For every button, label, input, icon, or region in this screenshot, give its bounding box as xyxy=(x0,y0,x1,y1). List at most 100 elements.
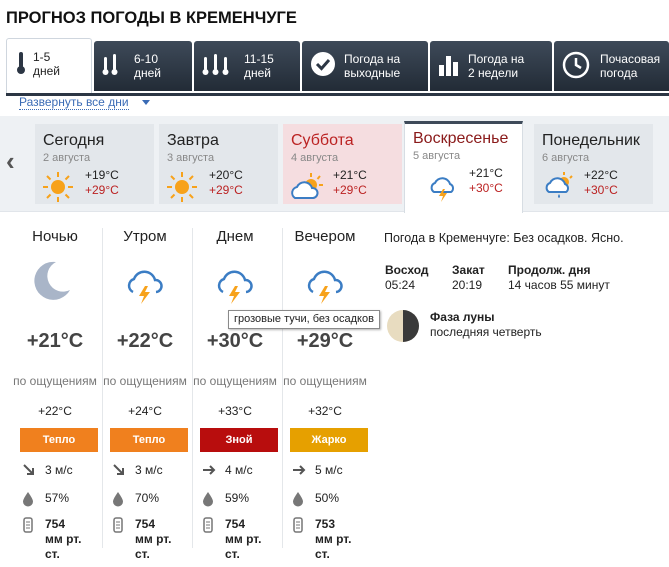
weather-tooltip: грозовые тучи, без осадков xyxy=(228,310,380,329)
period-evening: Вечером +29°C по ощущениям +32°C Жарко 5… xyxy=(280,228,370,561)
day-min-temp: +21°C xyxy=(333,168,367,182)
period-name: Днем xyxy=(216,228,254,245)
sunset-label: Закат xyxy=(452,263,485,277)
day-min-temp: +20°C xyxy=(209,168,243,182)
wind-arrow-icon xyxy=(112,463,126,480)
sun-icon xyxy=(41,170,75,209)
tab-hourly[interactable]: Почасовая погода xyxy=(554,41,669,91)
heat-badge: Жарко xyxy=(290,428,368,452)
day-name: Суббота xyxy=(291,132,354,149)
day-max-temp: +29°C xyxy=(209,183,243,197)
heat-badge: Тепло xyxy=(20,428,98,452)
day-card-sunday[interactable]: Воскресенье 5 августа +21°C +30°C xyxy=(404,121,523,213)
droplet-icon xyxy=(112,491,124,510)
wind-arrow-icon xyxy=(22,463,36,480)
pressure-value: 754 мм рт. ст. xyxy=(225,517,262,561)
weather-page: ПРОГНОЗ ПОГОДЫ В КРЕМЕНЧУГЕ 1-5 дней 6-10… xyxy=(0,0,669,567)
divider xyxy=(192,228,193,548)
divider xyxy=(282,228,283,548)
feels-like-value: +33°C xyxy=(218,404,252,418)
period-name: Утром xyxy=(123,228,167,245)
heat-badge: Тепло xyxy=(110,428,188,452)
divider xyxy=(102,228,103,548)
feels-like-value: +32°C xyxy=(308,404,342,418)
heat-badge: Зной xyxy=(200,428,278,452)
wind-row: 3 м/с xyxy=(110,462,200,480)
humidity-row: 50% xyxy=(290,490,380,508)
tab-weekend[interactable]: Погода на выходные xyxy=(302,41,428,91)
period-temp: +22°C xyxy=(116,330,174,352)
feels-like-label: по ощущениям xyxy=(13,374,97,388)
tab-label: 1-5 дней xyxy=(33,50,61,78)
wind-arrow-icon xyxy=(202,463,216,480)
tab-label: 6-10 дней xyxy=(134,52,162,80)
wind-row: 5 м/с xyxy=(290,462,380,480)
barometer-icon xyxy=(22,517,34,536)
tab-2-weeks[interactable]: Погода на 2 недели xyxy=(430,41,552,91)
day-card-monday[interactable]: Понедельник 6 августа +22°C +30°C xyxy=(534,124,653,204)
day-min-temp: +19°C xyxy=(85,168,119,182)
weather-summary: Погода в Кременчуге: Без осадков. Ясно. xyxy=(384,231,624,245)
humidity-value: 50% xyxy=(315,491,340,505)
feels-like-value: +22°C xyxy=(38,404,72,418)
period-night: Ночью +21°C по ощущениям +22°C Тепло 3 м… xyxy=(10,228,100,561)
sunrise-value: 05:24 xyxy=(385,278,416,292)
period-temp: +30°C xyxy=(206,330,264,352)
tab-1-5-days[interactable]: 1-5 дней xyxy=(6,38,92,94)
forecast-tabs: 1-5 дней 6-10 дней 11-15 дней Погода на выхо… xyxy=(6,38,669,94)
wind-value: 5 м/с xyxy=(315,463,343,477)
expand-all-link[interactable]: Развернуть все дни xyxy=(19,95,129,110)
rain-cloud-icon xyxy=(544,170,576,207)
tab-11-15-days[interactable]: 11-15 дней xyxy=(194,41,300,91)
wind-arrow-icon xyxy=(292,463,306,480)
humidity-row: 59% xyxy=(200,490,290,508)
tab-label: Погода на 2 недели xyxy=(468,52,525,80)
humidity-value: 57% xyxy=(45,491,70,505)
tab-label: 11-15 дней xyxy=(244,52,274,80)
page-title: ПРОГНОЗ ПОГОДЫ В КРЕМЕНЧУГЕ xyxy=(6,9,297,27)
thunderstorm-icon xyxy=(429,174,457,209)
tab-6-10-days[interactable]: 6-10 дней xyxy=(94,41,192,91)
droplet-icon xyxy=(202,491,214,510)
day-date: 3 августа xyxy=(167,152,215,164)
tab-label: Погода на выходные xyxy=(344,52,401,80)
humidity-row: 70% xyxy=(110,490,200,508)
day-max-temp: +30°C xyxy=(584,183,618,197)
days-strip: ‹ Сегодня 2 августа +19°C +29°C Завтра 3… xyxy=(0,116,669,213)
moon-icon xyxy=(30,258,74,307)
day-name: Завтра xyxy=(167,132,219,149)
period-temp: +29°C xyxy=(296,330,354,352)
day-card-tomorrow[interactable]: Завтра 3 августа +20°C +29°C xyxy=(159,124,278,204)
day-max-temp: +30°C xyxy=(469,181,503,195)
sunrise-label: Восход xyxy=(385,263,429,277)
thermometer-icon xyxy=(15,51,27,78)
humidity-value: 70% xyxy=(135,491,160,505)
period-temp: +21°C xyxy=(26,330,84,352)
wind-value: 3 м/с xyxy=(45,463,73,477)
tab-label: Почасовая погода xyxy=(600,52,661,80)
sunset-value: 20:19 xyxy=(452,278,483,292)
thermometers-icon xyxy=(102,53,128,80)
thunderstorm-icon xyxy=(305,266,343,311)
pressure-value: 753 мм рт. ст. xyxy=(315,517,352,561)
droplet-icon xyxy=(292,491,304,510)
daylength-value: 14 часов 55 минут xyxy=(508,278,610,292)
day-card-today[interactable]: Сегодня 2 августа +19°C +29°C xyxy=(35,124,154,204)
day-max-temp: +29°C xyxy=(85,183,119,197)
thunderstorm-icon xyxy=(125,266,163,311)
sun-cloud-icon xyxy=(289,170,325,209)
clock-icon xyxy=(562,51,590,82)
pressure-row: 754 мм рт. ст. xyxy=(20,516,110,561)
period-name: Ночью xyxy=(32,228,78,245)
day-date: 6 августа xyxy=(542,152,590,164)
wind-row: 4 м/с xyxy=(200,462,290,480)
day-name: Сегодня xyxy=(43,132,105,149)
moon-phase-label: Фаза луны xyxy=(430,310,495,324)
wind-value: 3 м/с xyxy=(135,463,163,477)
arrow-left-icon[interactable]: ‹ xyxy=(6,146,15,177)
wind-value: 4 м/с xyxy=(225,463,253,477)
pressure-row: 754 мм рт. ст. xyxy=(110,516,200,561)
moon-phase-icon xyxy=(386,309,420,348)
barometer-icon xyxy=(292,517,304,536)
day-card-saturday[interactable]: Суббота 4 августа +21°C +29°C xyxy=(283,124,402,204)
